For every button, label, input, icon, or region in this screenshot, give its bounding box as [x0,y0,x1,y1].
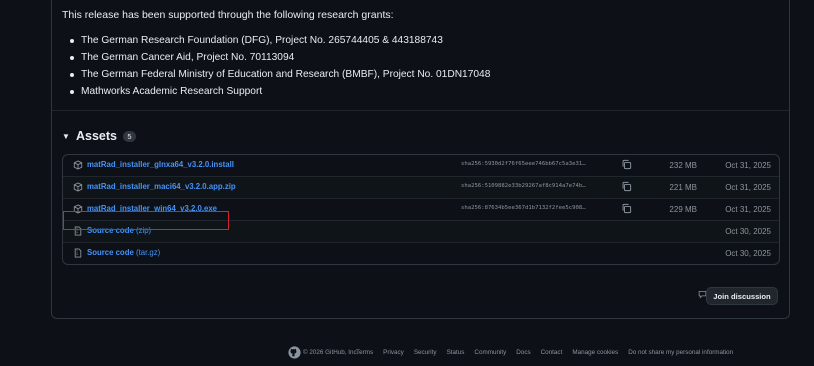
footer-link-community[interactable]: Community [474,349,506,356]
footer: © 2026 GitHub, Inc. Terms Privacy Securi… [0,346,814,360]
asset-link[interactable]: matRad_installer_maci64_v3.2.0.app.zip [87,182,236,191]
asset-date: Oct 31, 2025 [725,161,771,170]
asset-row: matRad_installer_maci64_v3.2.0.app.zip s… [63,176,779,198]
github-logo-icon[interactable] [288,346,301,359]
asset-size: 221 MB [669,183,697,192]
copy-icon[interactable] [621,159,632,170]
copy-icon[interactable] [621,203,632,214]
copy-icon[interactable] [621,181,632,192]
grants-intro: This release has been supported through … [62,9,394,21]
footer-link-docs[interactable]: Docs [516,349,530,356]
caret-down-icon: ▼ [62,131,70,141]
asset-size: 229 MB [669,205,697,214]
asset-date: Oct 30, 2025 [725,249,771,258]
copyright: © 2026 GitHub, Inc. [303,349,359,356]
assets-title: Assets [76,129,117,143]
asset-sha: sha256:5930d2f76f65eee746bb67c5a3e31… [461,161,586,167]
grant-item: The German Federal Ministry of Education… [70,66,490,83]
file-zip-icon [73,248,83,258]
footer-links: Terms Privacy Security Status Community … [356,349,733,356]
asset-size: 232 MB [669,161,697,170]
release-panel: This release has been supported through … [51,0,790,319]
footer-link-terms[interactable]: Terms [356,349,373,356]
asset-sha: sha256:5109882e33b29267af8c914a7e74b… [461,183,586,189]
asset-sha: sha256:87634b5ee367d1b7132f2fee5c908… [461,205,586,211]
footer-link-security[interactable]: Security [414,349,437,356]
assets-toggle[interactable]: ▼ Assets 5 [62,129,136,143]
asset-date: Oct 31, 2025 [725,183,771,192]
footer-link-do-not-share[interactable]: Do not share my personal information [628,349,733,356]
asset-row: Source code (tar.gz) Oct 30, 2025 [63,242,779,264]
join-discussion-button[interactable]: Join discussion [706,287,778,305]
divider [52,110,789,111]
grant-item: The German Research Foundation (DFG), Pr… [70,32,490,49]
highlight-box [63,211,229,230]
asset-link[interactable]: matRad_installer_glnxa64_v3.2.0.install [87,160,234,169]
grants-list: The German Research Foundation (DFG), Pr… [70,32,490,100]
footer-link-status[interactable]: Status [447,349,465,356]
footer-link-manage-cookies[interactable]: Manage cookies [572,349,618,356]
footer-link-privacy[interactable]: Privacy [383,349,404,356]
asset-row: matRad_installer_glnxa64_v3.2.0.install … [63,155,779,176]
asset-date: Oct 30, 2025 [725,227,771,236]
asset-date: Oct 31, 2025 [725,205,771,214]
package-icon [73,182,83,192]
package-icon [73,160,83,170]
footer-link-contact[interactable]: Contact [541,349,563,356]
source-code-link[interactable]: Source code (tar.gz) [87,248,160,257]
grant-item: The German Cancer Aid, Project No. 70113… [70,49,490,66]
grant-item: Mathworks Academic Research Support [70,83,490,100]
assets-list: matRad_installer_glnxa64_v3.2.0.install … [62,154,780,265]
assets-count-badge: 5 [123,130,136,142]
